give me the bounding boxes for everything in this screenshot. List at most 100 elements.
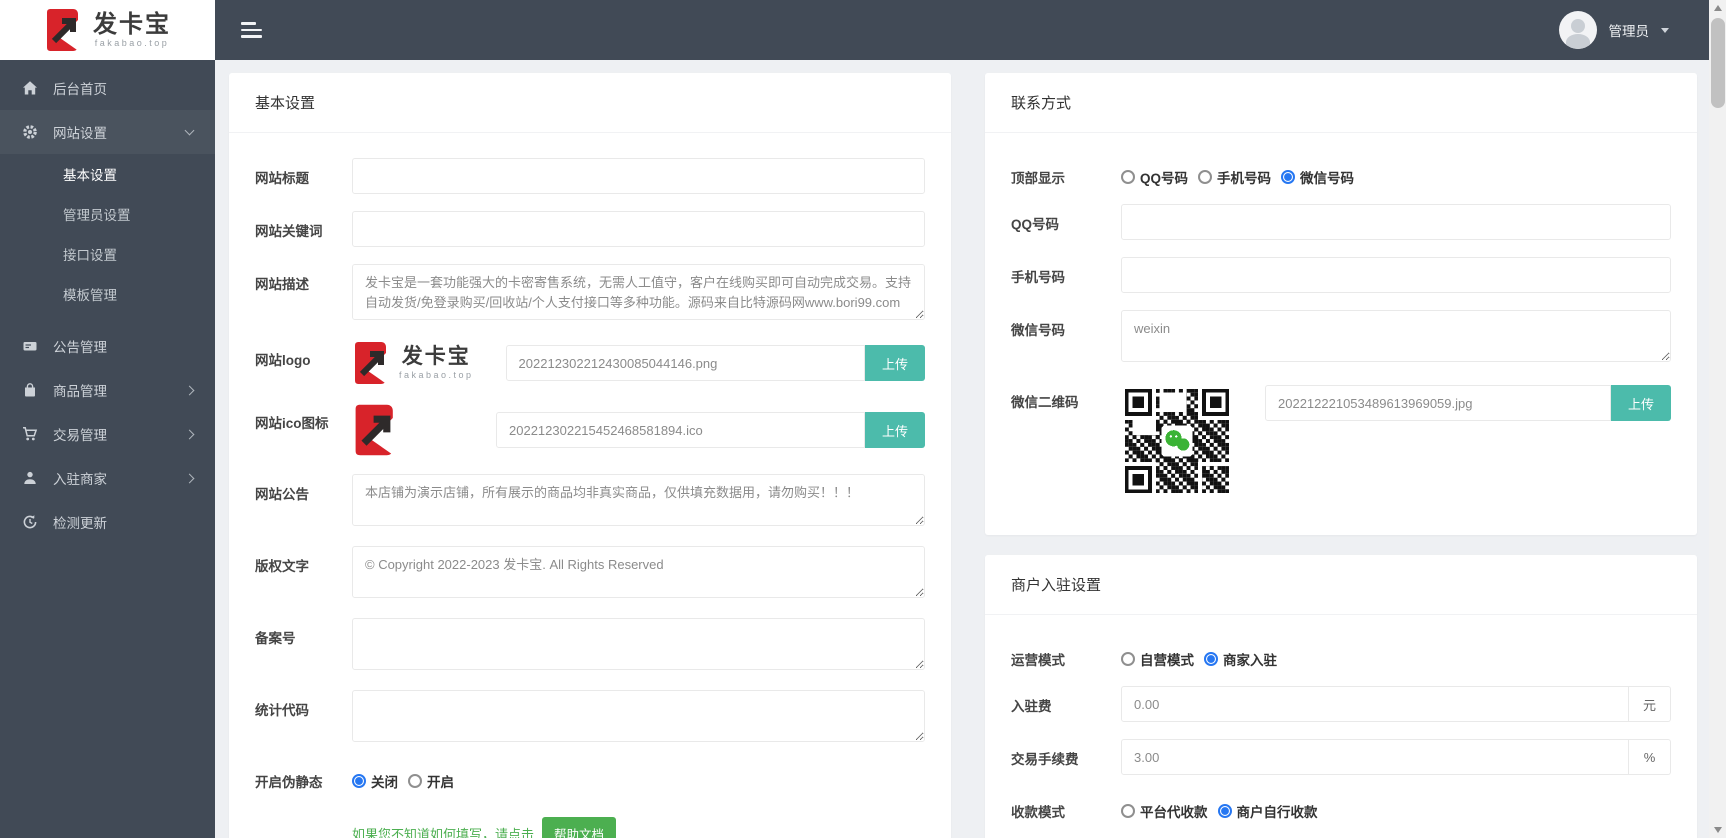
contact-title: 联系方式: [985, 73, 1697, 133]
copyright-textarea[interactable]: © Copyright 2022-2023 发卡宝. All Rights Re…: [352, 546, 925, 598]
merchant-settings-title: 商户入驻设置: [985, 555, 1697, 615]
wechat-label: 微信号码: [1011, 323, 1065, 338]
announcement-icon: [22, 338, 38, 354]
copyright-label: 版权文字: [255, 559, 309, 574]
top-display-phone-radio[interactable]: [1198, 169, 1213, 184]
operation-mode-label: 运营模式: [1011, 653, 1065, 668]
icp-label: 备案号: [255, 631, 296, 646]
avatar: [1558, 11, 1597, 49]
merchant-settings-card: 商户入驻设置 运营模式 自营模式 商家入驻 入驻费 元: [985, 555, 1697, 838]
chevron-down-icon: [184, 125, 195, 136]
menu-toggle-icon[interactable]: [241, 22, 263, 38]
sidebar-item-template-settings[interactable]: 模板管理: [0, 276, 215, 316]
basic-settings-card: 基本设置 网站标题 网站关键词 网站描述 发卡宝是一套功能强大的卡密寄售系统，无…: [229, 73, 951, 838]
cart-icon: [22, 426, 38, 442]
site-logo-preview: 发卡宝 fakabao.top: [352, 340, 474, 386]
contact-card: 联系方式 顶部显示 QQ号码 手机号码 微信号码 QQ号码 手机号码 微信号码 …: [985, 73, 1697, 535]
collect-self-radio[interactable]: [1217, 803, 1232, 818]
site-notice-label: 网站公告: [255, 487, 309, 502]
site-ico-preview: [352, 403, 400, 457]
sidebar-item-merchants[interactable]: 入驻商家: [0, 456, 215, 500]
pseudo-static-on-radio[interactable]: [408, 773, 422, 788]
wechat-qr-image: [1121, 382, 1233, 500]
radio-option-label: 微信号码: [1300, 170, 1355, 186]
page-scrollbar[interactable]: [1709, 0, 1726, 838]
user-menu[interactable]: 管理员: [1558, 11, 1669, 49]
entry-fee-unit: 元: [1629, 686, 1671, 722]
sidebar-item-label: 入驻商家: [53, 472, 107, 487]
site-description-textarea[interactable]: 发卡宝是一套功能强大的卡密寄售系统，无需人工值守，客户在线购买即可自动完成交易。…: [352, 264, 925, 320]
radio-option-label: 关闭: [371, 774, 398, 790]
caret-down-icon: [1661, 27, 1669, 33]
sidebar-nav: 后台首页 网站设置 基本设置 管理员设置 接口设置 模板管理 公告管理 商品管理…: [0, 60, 215, 544]
sidebar-item-basic-settings[interactable]: 基本设置: [0, 156, 215, 196]
site-description-label: 网站描述: [255, 277, 309, 292]
update-icon: [22, 514, 38, 530]
sidebar-item-label: 后台首页: [53, 82, 107, 97]
radio-option-label: 手机号码: [1217, 170, 1272, 186]
help-text: 如果您不知道如何填写，请点击: [352, 827, 535, 838]
site-ico-filename-input[interactable]: [496, 412, 865, 448]
radio-option-label: 开启: [427, 774, 454, 790]
top-display-qq-radio[interactable]: [1121, 169, 1135, 184]
site-notice-textarea[interactable]: 本店铺为演示店铺，所有展示的商品均非真实商品，仅供填充数据用，请勿购买！！！: [352, 474, 925, 526]
brand-logo[interactable]: 发卡宝 fakabao.top: [0, 0, 215, 60]
collect-platform-radio[interactable]: [1121, 803, 1135, 818]
analytics-label: 统计代码: [255, 703, 309, 718]
chevron-right-icon: [184, 429, 195, 439]
help-doc-button[interactable]: 帮助文档: [542, 817, 617, 838]
qq-label: QQ号码: [1011, 217, 1060, 232]
site-ico-upload-button[interactable]: 上传: [864, 412, 925, 448]
scroll-down-icon[interactable]: [1713, 827, 1722, 833]
sidebar: 发卡宝 fakabao.top 后台首页 网站设置 基本设置 管理员设置 接口设…: [0, 0, 215, 838]
sidebar-item-site-settings[interactable]: 网站设置: [0, 110, 215, 154]
user-name: 管理员: [1608, 24, 1650, 39]
icp-textarea[interactable]: [352, 618, 925, 670]
phone-label: 手机号码: [1011, 270, 1065, 285]
mode-self-radio[interactable]: [1121, 651, 1135, 666]
radio-option-label: 自营模式: [1140, 652, 1194, 668]
sidebar-item-label: 网站设置: [53, 126, 107, 141]
sidebar-item-products[interactable]: 商品管理: [0, 368, 215, 412]
pseudo-static-label: 开启伪静态: [255, 775, 323, 790]
phone-input[interactable]: [1121, 257, 1671, 293]
analytics-textarea[interactable]: [352, 690, 925, 742]
site-keywords-input[interactable]: [352, 211, 925, 247]
radio-option-label: QQ号码: [1140, 170, 1189, 186]
fee-rate-unit: %: [1629, 739, 1671, 775]
top-display-wechat-radio[interactable]: [1281, 169, 1296, 184]
mode-merchant-radio[interactable]: [1204, 651, 1218, 666]
brand-domain: fakabao.top: [94, 38, 170, 49]
sidebar-item-dashboard[interactable]: 后台首页: [0, 66, 215, 110]
scroll-up-icon[interactable]: [1713, 5, 1722, 11]
fee-rate-input[interactable]: [1121, 739, 1629, 775]
sidebar-item-label: 公告管理: [53, 340, 107, 355]
entry-fee-input[interactable]: [1121, 686, 1629, 722]
sidebar-item-api-settings[interactable]: 接口设置: [0, 236, 215, 276]
home-icon: [22, 80, 38, 96]
basic-settings-title: 基本设置: [229, 73, 951, 133]
wechat-textarea[interactable]: weixin: [1121, 310, 1671, 362]
site-title-input[interactable]: [352, 158, 925, 194]
pseudo-static-off-radio[interactable]: [352, 773, 366, 788]
scrollbar-thumb[interactable]: [1710, 18, 1725, 108]
sidebar-item-announcements[interactable]: 公告管理: [0, 324, 215, 368]
site-ico-label: 网站ico图标: [255, 416, 329, 431]
brand-logo-icon: [47, 9, 80, 52]
sidebar-item-check-update[interactable]: 检测更新: [0, 500, 215, 544]
wechat-qr-filename-input[interactable]: [1265, 385, 1611, 421]
radio-option-label: 商家入驻: [1223, 652, 1277, 668]
radio-option-label: 商户自行收款: [1236, 804, 1318, 820]
sidebar-item-transactions[interactable]: 交易管理: [0, 412, 215, 456]
chevron-right-icon: [184, 385, 195, 395]
main-content: 基本设置 网站标题 网站关键词 网站描述 发卡宝是一套功能强大的卡密寄售系统，无…: [215, 60, 1709, 838]
site-logo-filename-input[interactable]: [505, 345, 865, 381]
bag-icon: [22, 382, 38, 398]
merchant-icon: [22, 470, 38, 486]
site-logo-upload-button[interactable]: 上传: [864, 345, 925, 381]
qq-input[interactable]: [1121, 204, 1671, 240]
wechat-qr-upload-button[interactable]: 上传: [1610, 385, 1671, 421]
sidebar-item-label: 商品管理: [53, 384, 107, 399]
site-title-label: 网站标题: [255, 171, 309, 186]
sidebar-item-admin-settings[interactable]: 管理员设置: [0, 196, 215, 236]
